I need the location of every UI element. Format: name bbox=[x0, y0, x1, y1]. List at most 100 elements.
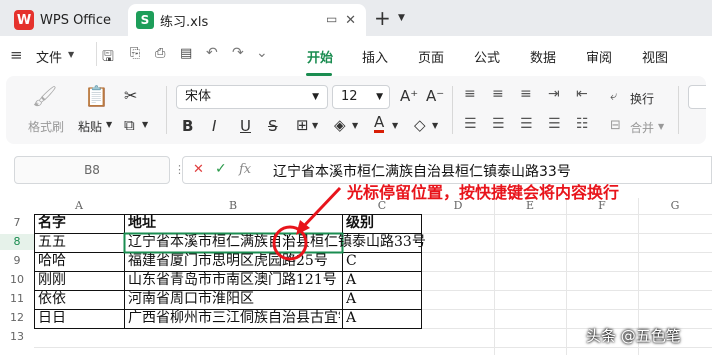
font-size-select[interactable]: 12 ▼ bbox=[332, 85, 390, 109]
preview-icon[interactable]: ▤ bbox=[180, 46, 192, 61]
fill-color-icon[interactable]: ◈ bbox=[334, 116, 346, 134]
copy-chevron-icon[interactable]: ▼ bbox=[142, 120, 148, 129]
cancel-edit-icon[interactable]: ✕ bbox=[193, 162, 204, 177]
merge-icon[interactable]: ⊟ bbox=[610, 118, 621, 133]
format-painter-icon[interactable]: 🖌 bbox=[32, 84, 57, 108]
tab-wps-office[interactable]: W WPS Office bbox=[6, 4, 120, 36]
fx-label[interactable]: fx bbox=[239, 162, 251, 177]
formula-content[interactable]: 辽宁省本溪市桓仁满族自治县桓仁镇泰山路33号 bbox=[273, 161, 571, 181]
cut-icon[interactable]: ✂ bbox=[124, 86, 137, 105]
chevron-down-icon[interactable]: ▼ bbox=[398, 13, 405, 23]
format-painter-button[interactable]: 格式刷 bbox=[28, 118, 64, 135]
align-left-icon[interactable]: ☰ bbox=[464, 116, 477, 132]
cell-c10-level[interactable]: A bbox=[346, 272, 420, 288]
tab-workbook[interactable]: S 练习.xls ▭ ✕ bbox=[128, 4, 366, 36]
merge-chevron-icon[interactable]: ▼ bbox=[658, 122, 664, 131]
print-icon[interactable]: ⎙ bbox=[155, 46, 165, 61]
quick-access-more-icon[interactable]: ⌄ bbox=[256, 45, 268, 61]
distribute-icon[interactable]: ☷ bbox=[576, 116, 589, 132]
tab-wps-label: WPS Office bbox=[40, 12, 112, 28]
paste-icon[interactable]: 📋 bbox=[84, 84, 109, 108]
decrease-font-icon[interactable]: A⁻ bbox=[426, 87, 444, 105]
merge-button[interactable]: 合并 bbox=[630, 119, 654, 136]
border-icon[interactable]: ⊞ bbox=[296, 116, 309, 134]
increase-font-icon[interactable]: A⁺ bbox=[400, 87, 418, 105]
cell-a12-name[interactable]: 日日 bbox=[38, 310, 122, 326]
menu-bar: ≡ 文件 ▼ 🖫 ⎘ ⎙ ▤ ↶ ↷ ⌄ 开始 插入 页面 公式 数据 审阅 视… bbox=[0, 36, 712, 76]
eraser-chevron-icon[interactable]: ▼ bbox=[432, 121, 438, 130]
cell-a11-name[interactable]: 依依 bbox=[38, 291, 122, 307]
font-color-icon[interactable]: A bbox=[374, 115, 385, 133]
annotation-text: 光标停留位置，按快捷键会将内容换行 bbox=[347, 183, 620, 202]
cell-a7-header[interactable]: 名字 bbox=[38, 215, 122, 231]
menu-page[interactable]: 页面 bbox=[418, 47, 444, 66]
font-name-chevron-icon: ▼ bbox=[312, 92, 319, 102]
font-name-value: 宋体 bbox=[185, 89, 212, 104]
align-right-icon[interactable]: ☰ bbox=[520, 116, 533, 132]
copy-icon[interactable]: ⧉ bbox=[124, 116, 135, 134]
save-icon[interactable]: 🖫 bbox=[102, 46, 114, 70]
close-tab-icon[interactable]: ✕ bbox=[345, 13, 356, 28]
cell-a9-name[interactable]: 哈哈 bbox=[38, 253, 122, 269]
new-tab-icon[interactable]: + bbox=[374, 6, 391, 30]
underline-icon[interactable]: U bbox=[240, 117, 251, 135]
file-menu-chevron-icon[interactable]: ▼ bbox=[68, 50, 74, 59]
ribbon-divider-3 bbox=[678, 86, 679, 134]
number-format-select[interactable] bbox=[688, 85, 706, 109]
align-middle-icon[interactable]: ≡ bbox=[492, 86, 504, 102]
menu-home[interactable]: 开始 bbox=[307, 47, 333, 66]
redo-icon[interactable]: ↷ bbox=[232, 45, 244, 61]
undo-icon[interactable]: ↶ bbox=[206, 45, 218, 61]
hamburger-icon[interactable]: ≡ bbox=[10, 46, 23, 64]
paste-button[interactable]: 粘贴 bbox=[78, 118, 102, 135]
cell-b10-address[interactable]: 山东省青岛市市南区澳门路121号 bbox=[128, 272, 340, 288]
monitor-icon[interactable]: ▭ bbox=[326, 12, 337, 26]
export-icon[interactable]: ⎘ bbox=[130, 46, 140, 61]
cell-b12-address[interactable]: 广西省柳州市三江侗族自治县古宜镇 bbox=[128, 310, 340, 326]
ribbon-toolbar: 🖌 格式刷 📋 粘贴 ▼ ✂ ⧉ ▼ 宋体 ▼ 12 ▼ A⁺ A⁻ B I U… bbox=[6, 76, 706, 144]
align-bottom-icon[interactable]: ≡ bbox=[520, 86, 532, 102]
cell-reference-box[interactable]: B8 bbox=[14, 156, 170, 184]
file-menu[interactable]: 文件 bbox=[36, 47, 62, 66]
cell-a10-name[interactable]: 刚刚 bbox=[38, 272, 122, 288]
font-size-value: 12 bbox=[341, 89, 358, 104]
border-chevron-icon[interactable]: ▼ bbox=[312, 121, 318, 130]
font-name-select[interactable]: 宋体 ▼ bbox=[176, 85, 328, 109]
eraser-icon[interactable]: ◇ bbox=[414, 116, 426, 134]
title-tab-bar: W WPS Office S 练习.xls ▭ ✕ + ▼ bbox=[0, 0, 712, 36]
menu-formula[interactable]: 公式 bbox=[474, 47, 500, 66]
cell-c11-level[interactable]: A bbox=[346, 291, 420, 307]
ribbon-divider bbox=[166, 86, 167, 134]
ribbon-divider-2 bbox=[452, 86, 453, 134]
outdent-icon[interactable]: ⇤ bbox=[576, 86, 588, 102]
annotation-arrow-line bbox=[300, 186, 342, 230]
align-center-icon[interactable]: ☰ bbox=[492, 116, 505, 132]
cell-a8-name[interactable]: 五五 bbox=[38, 234, 122, 250]
italic-icon[interactable]: I bbox=[212, 117, 216, 135]
cell-c12-level[interactable]: A bbox=[346, 310, 420, 326]
justify-icon[interactable]: ☰ bbox=[548, 116, 561, 132]
cell-c7-header[interactable]: 级别 bbox=[346, 215, 420, 231]
menu-review[interactable]: 审阅 bbox=[586, 47, 612, 66]
indent-icon[interactable]: ⇥ bbox=[548, 86, 560, 102]
cell-b11-address[interactable]: 河南省周口市淮阳区 bbox=[128, 291, 340, 307]
annotation-arrow-layer bbox=[272, 186, 342, 261]
tab-workbook-label: 练习.xls bbox=[160, 14, 209, 30]
confirm-edit-icon[interactable]: ✓ bbox=[215, 161, 227, 177]
fill-color-chevron-icon[interactable]: ▼ bbox=[352, 121, 358, 130]
font-color-chevron-icon[interactable]: ▼ bbox=[392, 121, 398, 130]
menu-data[interactable]: 数据 bbox=[530, 47, 556, 66]
wrap-text-button[interactable]: 换行 bbox=[630, 90, 654, 107]
cell-c9-level[interactable]: C bbox=[346, 253, 420, 269]
menu-divider bbox=[96, 42, 97, 66]
menu-view[interactable]: 视图 bbox=[642, 47, 668, 66]
menu-insert[interactable]: 插入 bbox=[362, 47, 388, 66]
watermark-text: 头条 @五色笔 bbox=[586, 327, 681, 345]
font-size-chevron-icon: ▼ bbox=[376, 92, 383, 102]
wrap-text-icon[interactable]: ⤶ bbox=[610, 89, 617, 104]
strikethrough-icon[interactable]: S bbox=[268, 117, 278, 135]
bold-icon[interactable]: B bbox=[182, 117, 193, 135]
spreadsheet-icon: S bbox=[136, 11, 154, 29]
align-top-icon[interactable]: ≡ bbox=[464, 86, 476, 102]
paste-chevron-icon[interactable]: ▼ bbox=[106, 120, 112, 129]
